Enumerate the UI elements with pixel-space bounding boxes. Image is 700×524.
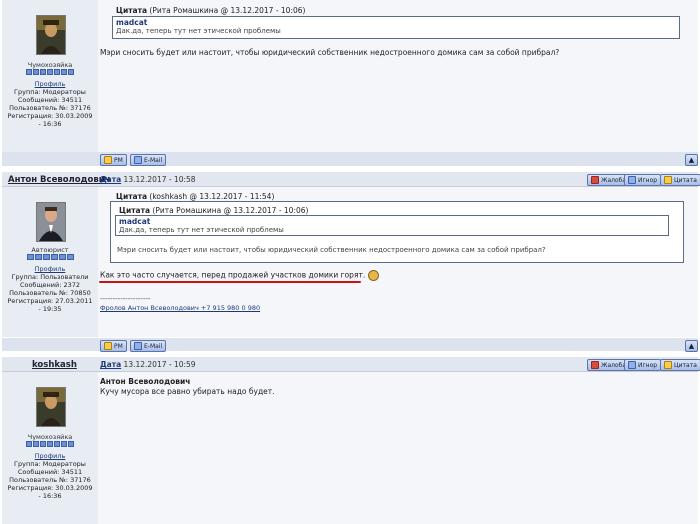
profile-link[interactable]: Профиль: [0, 80, 100, 88]
rank-pips: [26, 69, 74, 75]
ignore-button[interactable]: Игнор: [624, 174, 662, 186]
user-meta: Профиль Группа: Модераторы Сообщений: 34…: [0, 452, 100, 500]
post-text: Как это часто случается, перед продажей …: [100, 270, 379, 281]
quote-icon: [664, 361, 672, 369]
quote-button[interactable]: Цитата: [660, 174, 700, 186]
profile-link[interactable]: Профиль: [0, 265, 100, 273]
quote-box: madcat Дак.да, теперь тут нет этической …: [112, 16, 680, 39]
quote-button[interactable]: Цитата: [660, 359, 700, 371]
profile-link[interactable]: Профиль: [0, 452, 100, 460]
pm-icon: [104, 156, 112, 164]
author-name[interactable]: Антон Всеволодович: [8, 175, 111, 185]
avatar: [36, 15, 66, 55]
post-date: Дата 13.12.2017 - 10:58: [100, 175, 196, 184]
post-text: Кучу мусора все равно убирать надо будет…: [100, 387, 275, 396]
scroll-top-button[interactable]: ▲: [685, 340, 698, 352]
ignore-icon: [628, 176, 636, 184]
nested-quote-header: Цитата (Рита Ромашкина @ 13.12.2017 - 10…: [119, 206, 309, 215]
user-role: Чумохозяйка: [27, 61, 73, 69]
red-underline: [99, 281, 361, 283]
ignore-button[interactable]: Игнор: [624, 359, 662, 371]
quote-header: Цитата (Рита Ромашкина @ 13.12.2017 - 10…: [116, 6, 306, 15]
email-button[interactable]: E-Mail: [130, 154, 167, 166]
email-icon: [134, 342, 142, 350]
smiley-icon: [367, 270, 379, 281]
ignore-icon: [628, 361, 636, 369]
avatar: [36, 387, 66, 427]
pm-icon: [104, 342, 112, 350]
email-icon: [134, 156, 142, 164]
user-role: Чумохозяйка: [27, 433, 73, 441]
rank-pips: [26, 254, 74, 260]
pm-button[interactable]: PM: [100, 154, 127, 166]
user-meta: Профиль Группа: Модераторы Сообщений: 34…: [0, 80, 100, 128]
signature-separator: --------------------: [100, 295, 151, 303]
complaint-icon: [591, 361, 599, 369]
signature[interactable]: Фролов Антон Всеволодович +7 915 980 0 9…: [100, 304, 260, 312]
scroll-top-button[interactable]: ▲: [685, 154, 698, 166]
email-button[interactable]: E-Mail: [130, 340, 167, 352]
user-role: Автоюрист: [31, 246, 69, 254]
quote-box: Цитата (Рита Ромашкина @ 13.12.2017 - 10…: [110, 201, 684, 263]
author-name[interactable]: koshkash: [32, 360, 77, 370]
reply-to-name: Антон Всеволодович: [100, 377, 191, 386]
user-meta: Профиль Группа: Пользователи Сообщений: …: [0, 265, 100, 313]
avatar: [36, 202, 66, 242]
rank-pips: [26, 441, 74, 447]
post-text: Мэри сносить будет или настоит, чтобы юр…: [100, 48, 560, 57]
quote-header: Цитата (koshkash @ 13.12.2017 - 11:54): [116, 192, 275, 201]
quoted-text: Мэри сносить будет или настоит, чтобы юр…: [117, 246, 546, 254]
post-date: Дата 13.12.2017 - 10:59: [100, 360, 196, 369]
complaint-icon: [591, 176, 599, 184]
nested-quote-box: madcat Дак.да, теперь тут нет этической …: [115, 215, 669, 236]
pm-button[interactable]: PM: [100, 340, 127, 352]
quote-icon: [664, 176, 672, 184]
